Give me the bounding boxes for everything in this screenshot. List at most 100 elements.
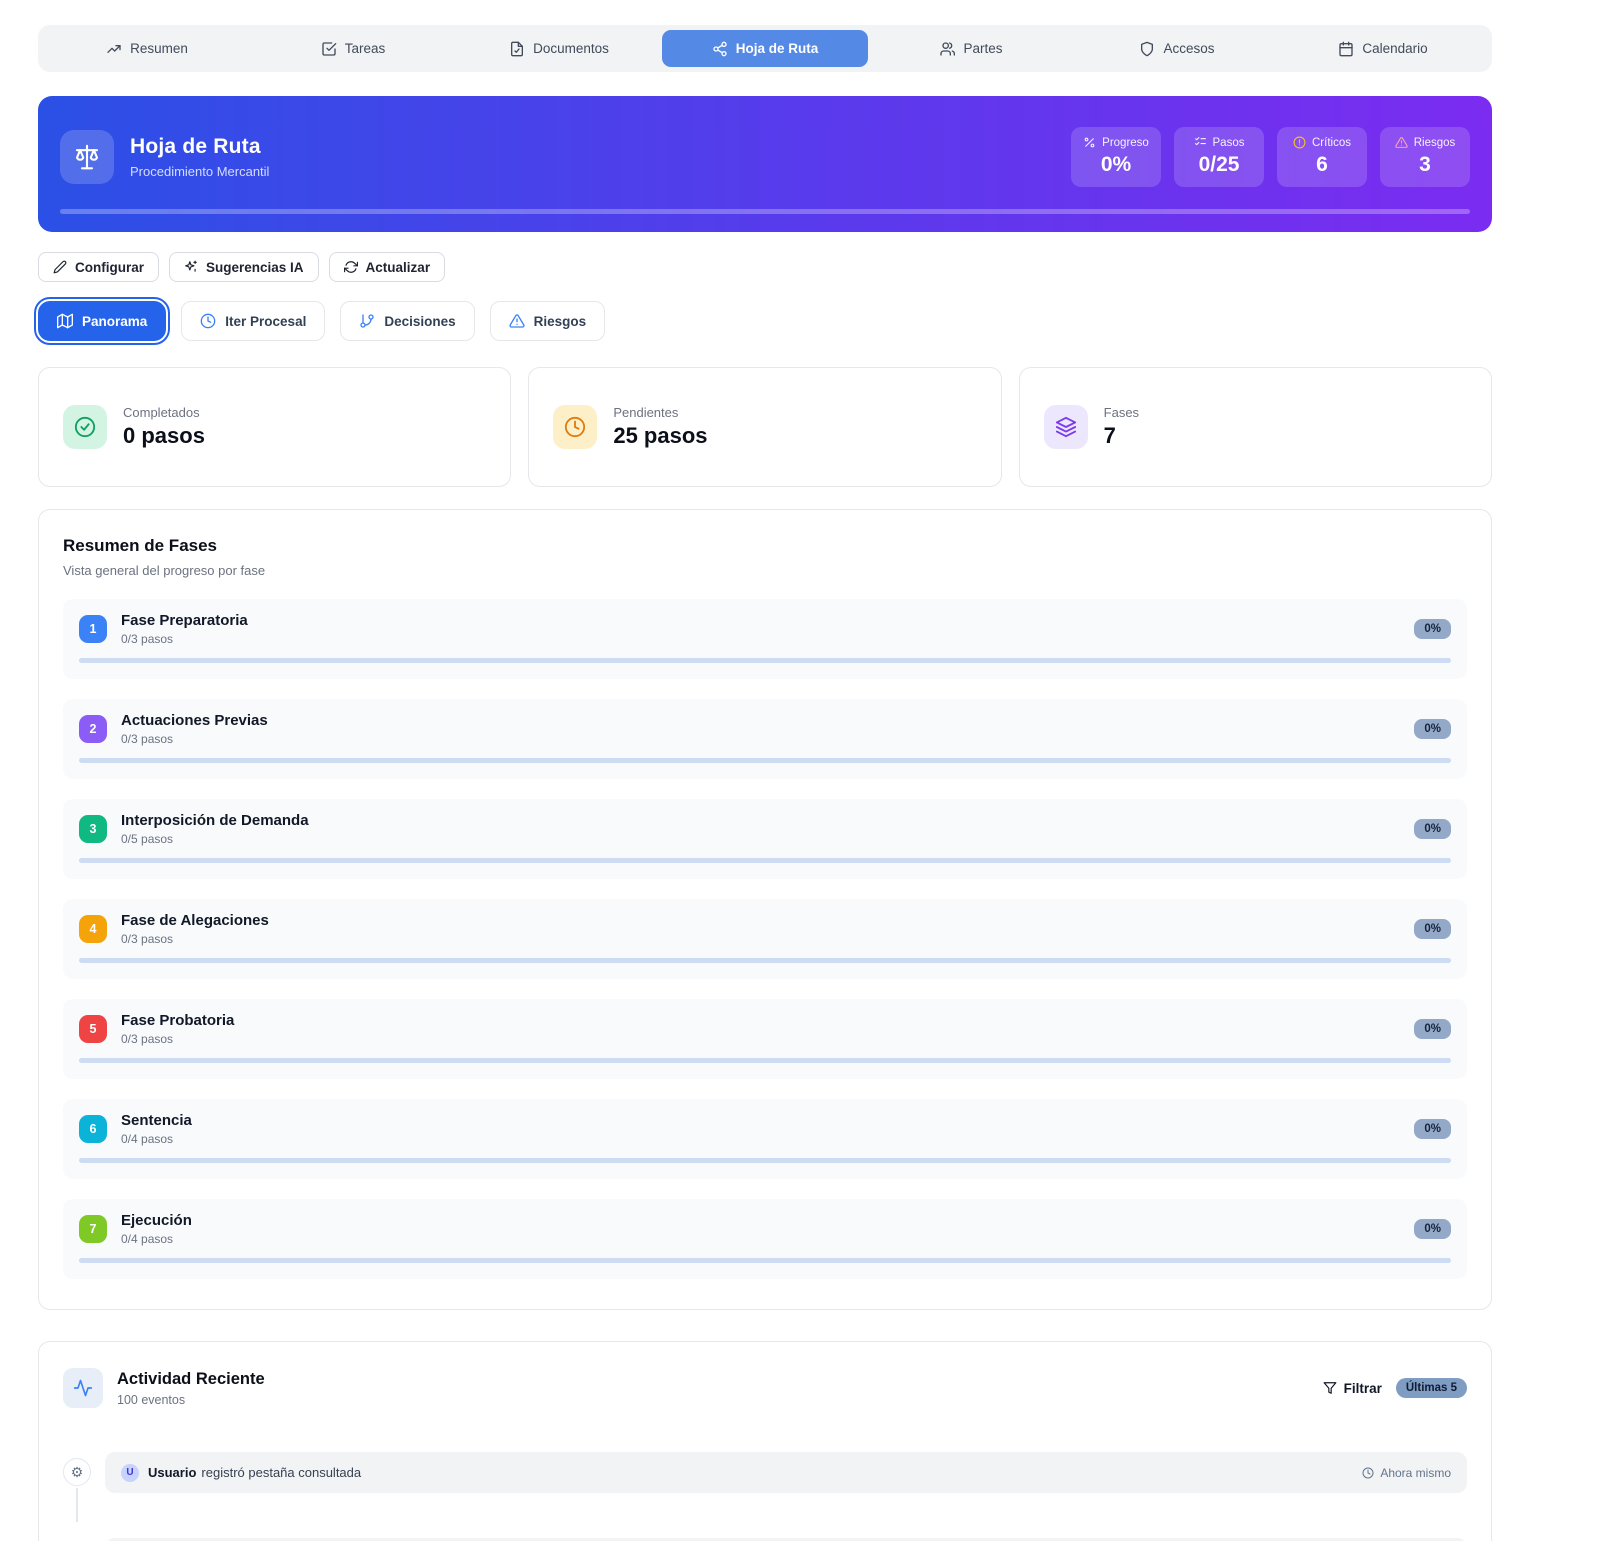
activity-count: 100 eventos [117,1393,265,1407]
phase-row-7[interactable]: 7 Ejecución 0/4 pasos 0% [63,1199,1467,1279]
phases-title: Resumen de Fases [63,536,1467,556]
timeline-connector [76,1488,78,1522]
phase-steps: 0/3 pasos [121,1032,234,1046]
phase-progress-bar [79,758,1451,763]
nav-tab-hoja-de-ruta[interactable]: Hoja de Ruta [662,30,868,67]
git-branch-icon [359,313,375,329]
phase-number-badge: 1 [79,615,107,643]
card-value: 7 [1104,423,1139,449]
map-icon [57,313,73,329]
nav-tab-tareas[interactable]: Tareas [250,30,456,67]
phase-name: Interposición de Demanda [121,812,309,829]
card-completados: Completados 0 pasos [38,367,511,487]
nav-tab-label: Calendario [1362,41,1427,56]
ai-suggestions-button[interactable]: Sugerencias IA [169,252,319,282]
check-square-icon [321,41,337,57]
last-five-badge[interactable]: Últimas 5 [1396,1378,1467,1398]
header-stats: Progreso 0% Pasos 0/25 Críticos 6 [1071,127,1470,187]
trending-up-icon [106,41,122,57]
layers-icon [1044,405,1088,449]
tab-label: Panorama [82,314,147,329]
phase-percent-badge: 0% [1414,819,1451,839]
refresh-label: Actualizar [366,260,431,275]
stat-value: 6 [1289,153,1355,177]
refresh-icon [344,260,358,274]
nav-tab-label: Documentos [533,41,609,56]
pencil-icon [53,260,67,274]
tab-decisiones[interactable]: Decisiones [340,301,474,341]
phase-percent-badge: 0% [1414,1119,1451,1139]
alert-triangle-icon [1395,136,1408,149]
phase-row-6[interactable]: 6 Sentencia 0/4 pasos 0% [63,1099,1467,1179]
phase-name: Ejecución [121,1212,192,1229]
user-avatar: U [121,1464,139,1482]
nav-tab-documentos[interactable]: Documentos [456,30,662,67]
stat-pasos: Pasos 0/25 [1174,127,1264,187]
document-icon [509,41,525,57]
funnel-icon [1323,1381,1337,1395]
summary-cards: Completados 0 pasos Pendientes 25 pasos … [38,367,1492,487]
ai-suggestions-label: Sugerencias IA [206,260,304,275]
nav-tab-label: Resumen [130,41,188,56]
tab-riesgos[interactable]: Riesgos [490,301,606,341]
phase-name: Sentencia [121,1112,192,1129]
tab-label: Riesgos [534,314,587,329]
card-pendientes: Pendientes 25 pasos [528,367,1001,487]
filter-button[interactable]: Filtrar [1323,1381,1382,1396]
check-circle-icon [63,405,107,449]
phase-number-badge: 7 [79,1215,107,1243]
nav-tab-partes[interactable]: Partes [868,30,1074,67]
stat-value: 0% [1083,153,1149,177]
phase-percent-badge: 0% [1414,619,1451,639]
page-subtitle: Procedimiento Mercantil [130,164,269,179]
card-value: 25 pasos [613,423,707,449]
sparkles-icon [184,260,198,274]
event-user: Usuario [148,1465,196,1480]
phase-row-4[interactable]: 4 Fase de Alegaciones 0/3 pasos 0% [63,899,1467,979]
refresh-button[interactable]: Actualizar [329,252,446,282]
stat-label: Pasos [1213,137,1245,149]
phase-number-badge: 5 [79,1015,107,1043]
phase-row-3[interactable]: 3 Interposición de Demanda 0/5 pasos 0% [63,799,1467,879]
card-label: Fases [1104,405,1139,420]
phase-number-badge: 2 [79,715,107,743]
stat-riesgos: Riesgos 3 [1380,127,1470,187]
stat-label: Riesgos [1414,137,1456,149]
phase-row-5[interactable]: 5 Fase Probatoria 0/3 pasos 0% [63,999,1467,1079]
nav-tab-resumen[interactable]: Resumen [44,30,250,67]
phase-row-1[interactable]: 1 Fase Preparatoria 0/3 pasos 0% [63,599,1467,679]
phase-steps: 0/4 pasos [121,1132,192,1146]
view-tabs: Panorama Iter Procesal Decisiones Riesgo… [38,301,1492,341]
shield-icon [1139,41,1155,57]
nav-tab-label: Accesos [1163,41,1214,56]
phase-percent-badge: 0% [1414,919,1451,939]
phase-progress-bar [79,658,1451,663]
phase-progress-bar [79,858,1451,863]
phase-steps: 0/3 pasos [121,732,268,746]
percent-icon [1083,136,1096,149]
tab-panorama[interactable]: Panorama [38,301,166,341]
users-icon [939,41,955,57]
phase-name: Fase Preparatoria [121,612,248,629]
calendar-icon [1338,41,1354,57]
activity-event-row[interactable]: U Usuario registró pestaña consultada Ah… [105,1452,1467,1493]
phase-progress-bar [79,958,1451,963]
nav-tab-calendario[interactable]: Calendario [1280,30,1486,67]
nav-tab-accesos[interactable]: Accesos [1074,30,1280,67]
phase-name: Fase Probatoria [121,1012,234,1029]
workflow-icon [712,41,728,57]
configure-button[interactable]: Configurar [38,252,159,282]
nav-tab-label: Partes [963,41,1002,56]
phase-row-2[interactable]: 2 Actuaciones Previas 0/3 pasos 0% [63,699,1467,779]
phase-steps: 0/3 pasos [121,932,269,946]
phase-name: Fase de Alegaciones [121,912,269,929]
action-bar: Configurar Sugerencias IA Actualizar [38,252,1492,282]
stat-value: 0/25 [1186,153,1252,177]
checklist-icon [1194,136,1207,149]
phase-progress-bar [79,1058,1451,1063]
gear-icon: ⚙ [63,1458,91,1486]
tab-iter-procesal[interactable]: Iter Procesal [181,301,325,341]
phase-steps: 0/4 pasos [121,1232,192,1246]
alert-circle-icon [1293,136,1306,149]
alert-triangle-icon [509,313,525,329]
